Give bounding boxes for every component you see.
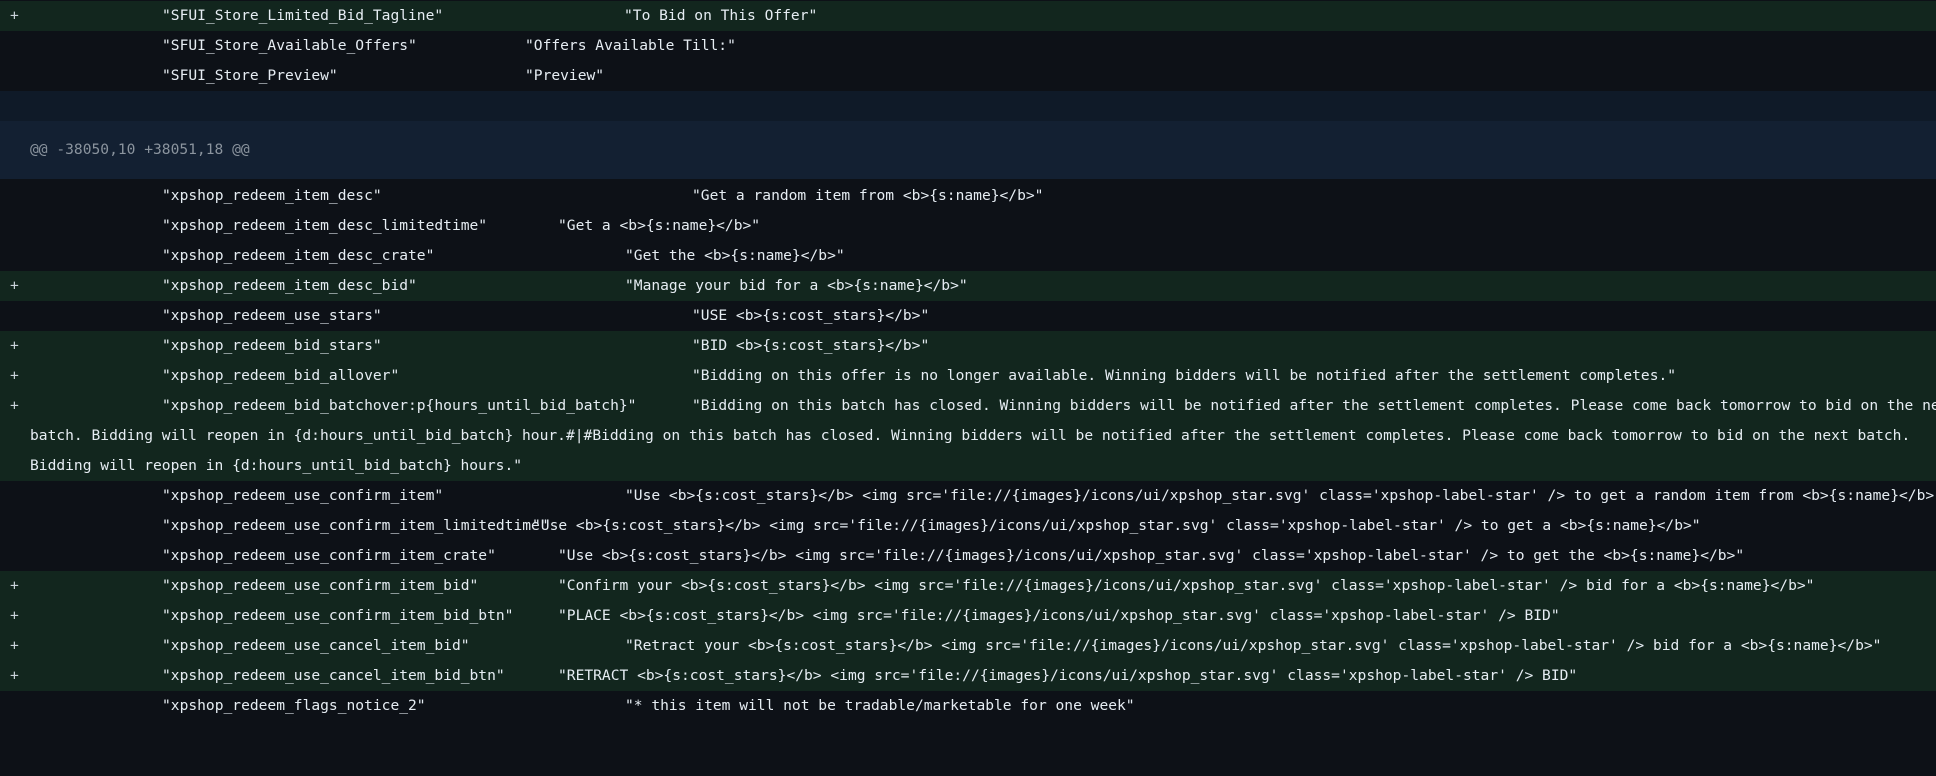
line-key: "xpshop_redeem_flags_notice_2" <box>162 697 426 714</box>
added-marker: + <box>10 667 19 684</box>
diff-line-added-wrapped[interactable]: + "xpshop_redeem_bid_batchover:p{hours_u… <box>0 391 1936 481</box>
line-value: "Offers Available Till:" <box>525 37 736 54</box>
added-marker: + <box>10 337 19 354</box>
line-value: "BID <b>{s:cost_stars}</b>" <box>692 337 930 354</box>
line-key: "xpshop_redeem_use_confirm_item_bid" <box>162 577 479 594</box>
line-key: "xpshop_redeem_bid_stars" <box>162 337 382 354</box>
line-value: "Preview" <box>525 67 605 84</box>
added-marker: + <box>10 367 19 384</box>
line-value: "Bidding on this batch has closed. Winni… <box>692 397 1936 414</box>
diff-line-added[interactable]: + "xpshop_redeem_use_cancel_item_bid_btn… <box>0 661 1936 691</box>
line-value: "PLACE <b>{s:cost_stars}</b> <img src='f… <box>558 607 1560 624</box>
diff-line-context[interactable]: "xpshop_redeem_item_desc_crate" "Get the… <box>0 241 1936 271</box>
expand-separator[interactable] <box>0 91 1936 121</box>
line-key: "xpshop_redeem_use_confirm_item_bid_btn" <box>162 607 514 624</box>
diff-line-context[interactable]: "xpshop_redeem_use_confirm_item_limitedt… <box>0 511 1936 541</box>
diff-line-added[interactable]: + "SFUI_Store_Limited_Bid_Tagline" "To B… <box>0 1 1936 31</box>
line-key: "SFUI_Store_Preview" <box>162 67 338 84</box>
line-key: "xpshop_redeem_use_cancel_item_bid_btn" <box>162 667 505 684</box>
line-value: "Get a random item from <b>{s:name}</b>" <box>692 187 1044 204</box>
line-key: "SFUI_Store_Limited_Bid_Tagline" <box>162 7 444 24</box>
line-key: "xpshop_redeem_item_desc" <box>162 187 382 204</box>
added-marker: + <box>10 577 19 594</box>
diff-line-context[interactable]: "xpshop_redeem_item_desc_limitedtime" "G… <box>0 211 1936 241</box>
diff-line-added[interactable]: + "xpshop_redeem_bid_stars" "BID <b>{s:c… <box>0 331 1936 361</box>
hunk-header-text: @@ -38050,10 +38051,18 @@ <box>30 141 250 158</box>
line-key: "xpshop_redeem_use_cancel_item_bid" <box>162 637 470 654</box>
line-key: "xpshop_redeem_item_desc_crate" <box>162 247 435 264</box>
line-value: "* this item will not be tradable/market… <box>625 697 1135 714</box>
line-key: "xpshop_redeem_item_desc_limitedtime" <box>162 217 488 234</box>
diff-line-added[interactable]: + "xpshop_redeem_use_confirm_item_bid" "… <box>0 571 1936 601</box>
line-key: "xpshop_redeem_use_stars" <box>162 307 382 324</box>
line-value: "Manage your bid for a <b>{s:name}</b>" <box>625 277 968 294</box>
diff-line-context[interactable]: "SFUI_Store_Available_Offers" "Offers Av… <box>0 31 1936 61</box>
line-value: "Get the <b>{s:name}</b>" <box>625 247 845 264</box>
diff-line-context[interactable]: "xpshop_redeem_flags_notice_2" "* this i… <box>0 691 1936 721</box>
added-marker: + <box>10 637 19 654</box>
line-key: "xpshop_redeem_use_confirm_item" <box>162 487 444 504</box>
line-key: "xpshop_redeem_use_confirm_item_limitedt… <box>162 517 549 534</box>
diff-line-context[interactable]: "xpshop_redeem_use_confirm_item_crate" "… <box>0 541 1936 571</box>
line-key: "xpshop_redeem_bid_allover" <box>162 367 400 384</box>
line-value: "Get a <b>{s:name}</b>" <box>558 217 761 234</box>
hunk-header[interactable]: @@ -38050,10 +38051,18 @@ <box>0 121 1936 179</box>
line-value: "RETRACT <b>{s:cost_stars}</b> <img src=… <box>558 667 1578 684</box>
line-value: "Bidding on this offer is no longer avai… <box>692 367 1677 384</box>
line-value: "Use <b>{s:cost_stars}</b> <img src='fil… <box>558 547 1745 564</box>
line-key: "xpshop_redeem_item_desc_bid" <box>162 277 417 294</box>
line-value: "Retract your <b>{s:cost_stars}</b> <img… <box>625 637 1882 654</box>
line-value: "USE <b>{s:cost_stars}</b>" <box>692 307 930 324</box>
line-key: "SFUI_Store_Available_Offers" <box>162 37 417 54</box>
diff-line-added[interactable]: + "xpshop_redeem_use_confirm_item_bid_bt… <box>0 601 1936 631</box>
added-marker: + <box>10 277 19 294</box>
added-marker: + <box>10 7 19 24</box>
diff-line-added[interactable]: + "xpshop_redeem_use_cancel_item_bid" "R… <box>0 631 1936 661</box>
diff-line-added[interactable]: + "xpshop_redeem_item_desc_bid" "Manage … <box>0 271 1936 301</box>
diff-line-added[interactable]: + "xpshop_redeem_bid_allover" "Bidding o… <box>0 361 1936 391</box>
line-key: "xpshop_redeem_use_confirm_item_crate" <box>162 547 496 564</box>
diff-line-context[interactable]: "xpshop_redeem_use_confirm_item" "Use <b… <box>0 481 1936 511</box>
added-marker: + <box>10 607 19 624</box>
line-value: "Confirm your <b>{s:cost_stars}</b> <img… <box>558 577 1815 594</box>
line-value: "To Bid on This Offer" <box>624 7 818 24</box>
diff-view: + "SFUI_Store_Limited_Bid_Tagline" "To B… <box>0 0 1936 725</box>
added-marker: + <box>10 397 19 414</box>
diff-line-context[interactable]: "xpshop_redeem_item_desc" "Get a random … <box>0 181 1936 211</box>
line-value: "Use <b>{s:cost_stars}</b> <img src='fil… <box>625 487 1936 504</box>
line-key: "xpshop_redeem_bid_batchover:p{hours_unt… <box>162 397 637 414</box>
line-value: "Use <b>{s:cost_stars}</b> <img src='fil… <box>532 517 1701 534</box>
line-value-continuation: batch. Bidding will reopen in {d:hours_u… <box>30 427 1911 474</box>
diff-line-context[interactable]: "SFUI_Store_Preview" "Preview" <box>0 61 1936 91</box>
diff-line-context[interactable]: "xpshop_redeem_use_stars" "USE <b>{s:cos… <box>0 301 1936 331</box>
